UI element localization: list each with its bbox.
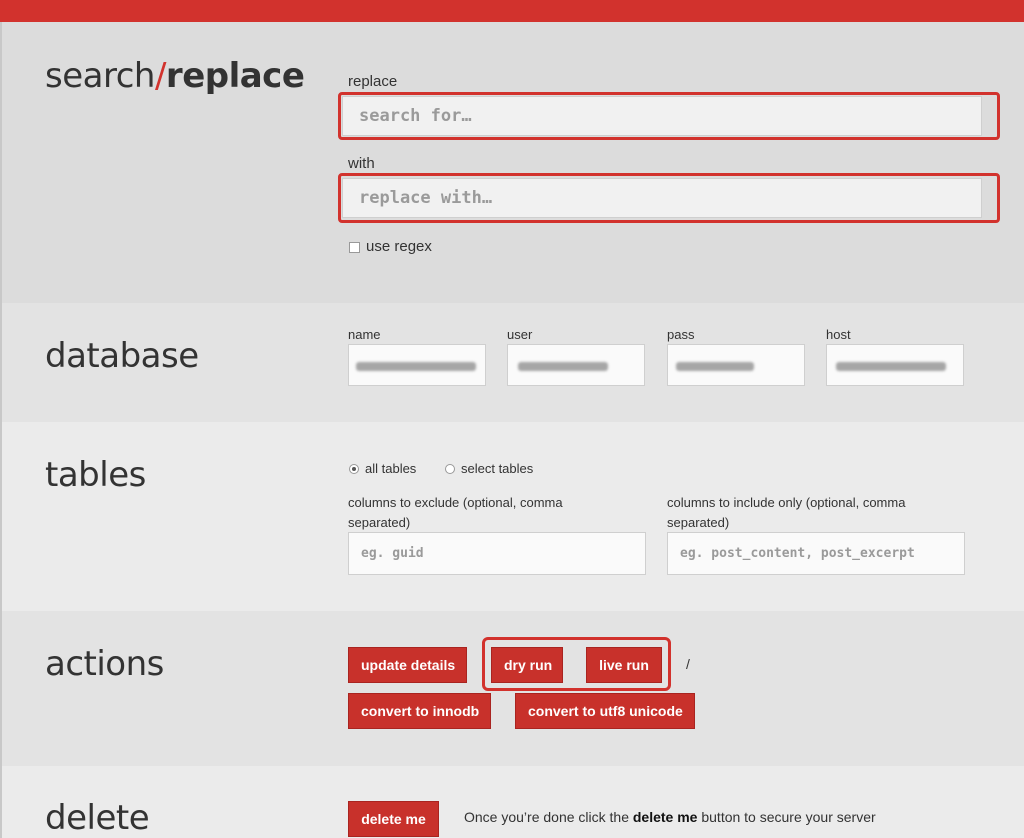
db-user-label: user: [507, 327, 533, 342]
db-host-label: host: [826, 327, 851, 342]
actions-heading: actions: [45, 644, 164, 684]
exclude-columns-label-line1: columns to exclude (optional, comma: [348, 495, 563, 510]
convert-innodb-button[interactable]: convert to innodb: [348, 693, 491, 729]
search-replace-heading: search/replace: [45, 56, 305, 96]
blurred-pass-value: [676, 362, 754, 371]
with-label: with: [348, 155, 375, 172]
include-columns-label-line2: separated): [667, 515, 730, 530]
blurred-host-value: [836, 362, 946, 371]
db-pass-label: pass: [667, 327, 695, 342]
blurred-name-value: [356, 362, 476, 371]
blurred-user-value: [518, 362, 608, 371]
update-details-button[interactable]: update details: [348, 647, 467, 683]
database-heading: database: [45, 336, 199, 376]
convert-utf8-button[interactable]: convert to utf8 unicode: [515, 693, 695, 729]
use-regex-label: use regex: [366, 238, 432, 255]
heading-search-word: search: [45, 56, 155, 96]
db-name-label: name: [348, 327, 381, 342]
all-tables-radio[interactable]: [349, 464, 359, 474]
include-columns-label-line1: columns to include only (optional, comma: [667, 495, 906, 510]
delete-text-after: button to secure your server: [697, 809, 876, 825]
select-tables-label: select tables: [461, 461, 534, 476]
exclude-columns-input[interactable]: [348, 532, 646, 575]
run-buttons-highlight: [482, 637, 671, 691]
tables-heading: tables: [45, 455, 146, 495]
actions-separator: /: [686, 656, 690, 672]
search-input-highlight: [338, 92, 1000, 140]
heading-slash: /: [154, 56, 166, 96]
include-columns-input[interactable]: [667, 532, 965, 575]
delete-heading: delete: [45, 798, 150, 838]
all-tables-label: all tables: [365, 461, 417, 476]
use-regex-checkbox[interactable]: [349, 242, 360, 253]
delete-text-bold: delete me: [632, 809, 698, 825]
delete-me-button[interactable]: delete me: [348, 801, 439, 837]
exclude-columns-label-line2: separated): [348, 515, 411, 530]
select-tables-radio[interactable]: [445, 464, 455, 474]
left-border: [0, 22, 2, 838]
replace-label: replace: [348, 73, 398, 90]
heading-replace-word: replace: [165, 56, 305, 96]
delete-text-before: Once you’re done click the: [464, 809, 633, 825]
delete-section: [0, 766, 1024, 838]
top-accent-bar: [0, 0, 1024, 22]
delete-instructions: Once you’re done click the delete me but…: [464, 809, 876, 825]
tables-section: [0, 422, 1024, 611]
replace-input-highlight: [338, 173, 1000, 223]
